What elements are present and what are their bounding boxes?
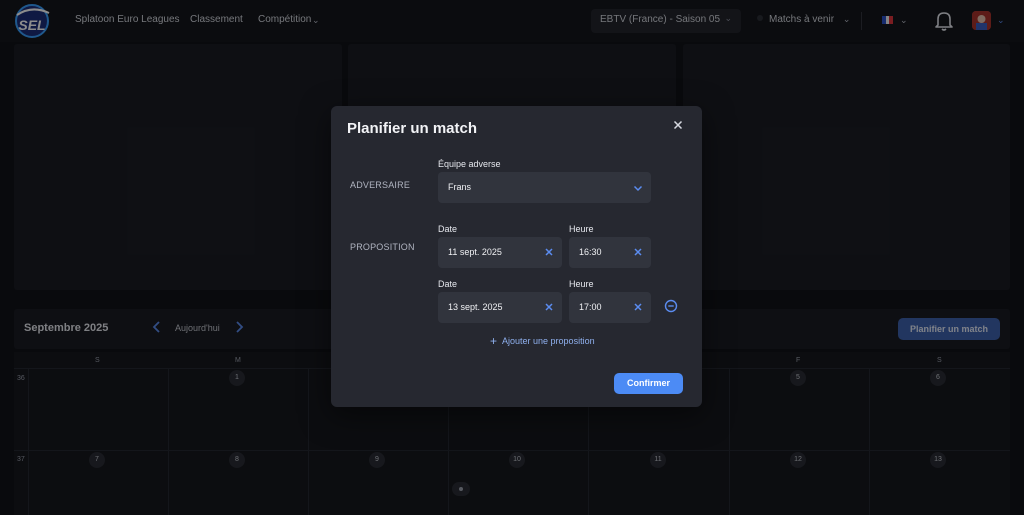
remove-proposal-icon[interactable] <box>664 299 678 313</box>
date-input[interactable]: 13 sept. 2025 <box>438 292 562 323</box>
add-proposal-label: Ajouter une proposition <box>502 336 595 346</box>
date-input-value: 11 sept. 2025 <box>448 247 502 257</box>
plus-icon: + <box>490 334 498 348</box>
add-proposal-button[interactable]: + Ajouter une proposition <box>490 334 595 348</box>
date-input[interactable]: 11 sept. 2025 <box>438 237 562 268</box>
time-input-value: 17:00 <box>579 302 602 312</box>
chevron-down-icon <box>633 185 643 192</box>
date-input-value: 13 sept. 2025 <box>448 302 503 312</box>
time-field-label: Heure <box>569 279 594 289</box>
clear-icon[interactable] <box>543 301 555 313</box>
time-field-label: Heure <box>569 224 594 234</box>
close-icon[interactable] <box>671 118 685 132</box>
clear-icon[interactable] <box>632 246 644 258</box>
clear-icon[interactable] <box>543 246 555 258</box>
opponent-field-label: Équipe adverse <box>438 159 501 169</box>
confirm-button[interactable]: Confirmer <box>614 373 683 394</box>
time-input[interactable]: 16:30 <box>569 237 651 268</box>
modal-title: Planifier un match <box>347 120 478 137</box>
adversaire-section-label: ADVERSAIRE <box>350 180 411 190</box>
plan-match-modal: Planifier un match ADVERSAIRE Équipe adv… <box>331 106 702 407</box>
time-input[interactable]: 17:00 <box>569 292 651 323</box>
proposition-section-label: PROPOSITION <box>350 242 415 252</box>
opponent-select-value: Frans <box>448 182 472 192</box>
time-input-value: 16:30 <box>579 247 602 257</box>
date-field-label: Date <box>438 224 458 234</box>
date-field-label: Date <box>438 279 458 289</box>
clear-icon[interactable] <box>632 301 644 313</box>
opponent-select[interactable]: Frans <box>438 172 651 203</box>
